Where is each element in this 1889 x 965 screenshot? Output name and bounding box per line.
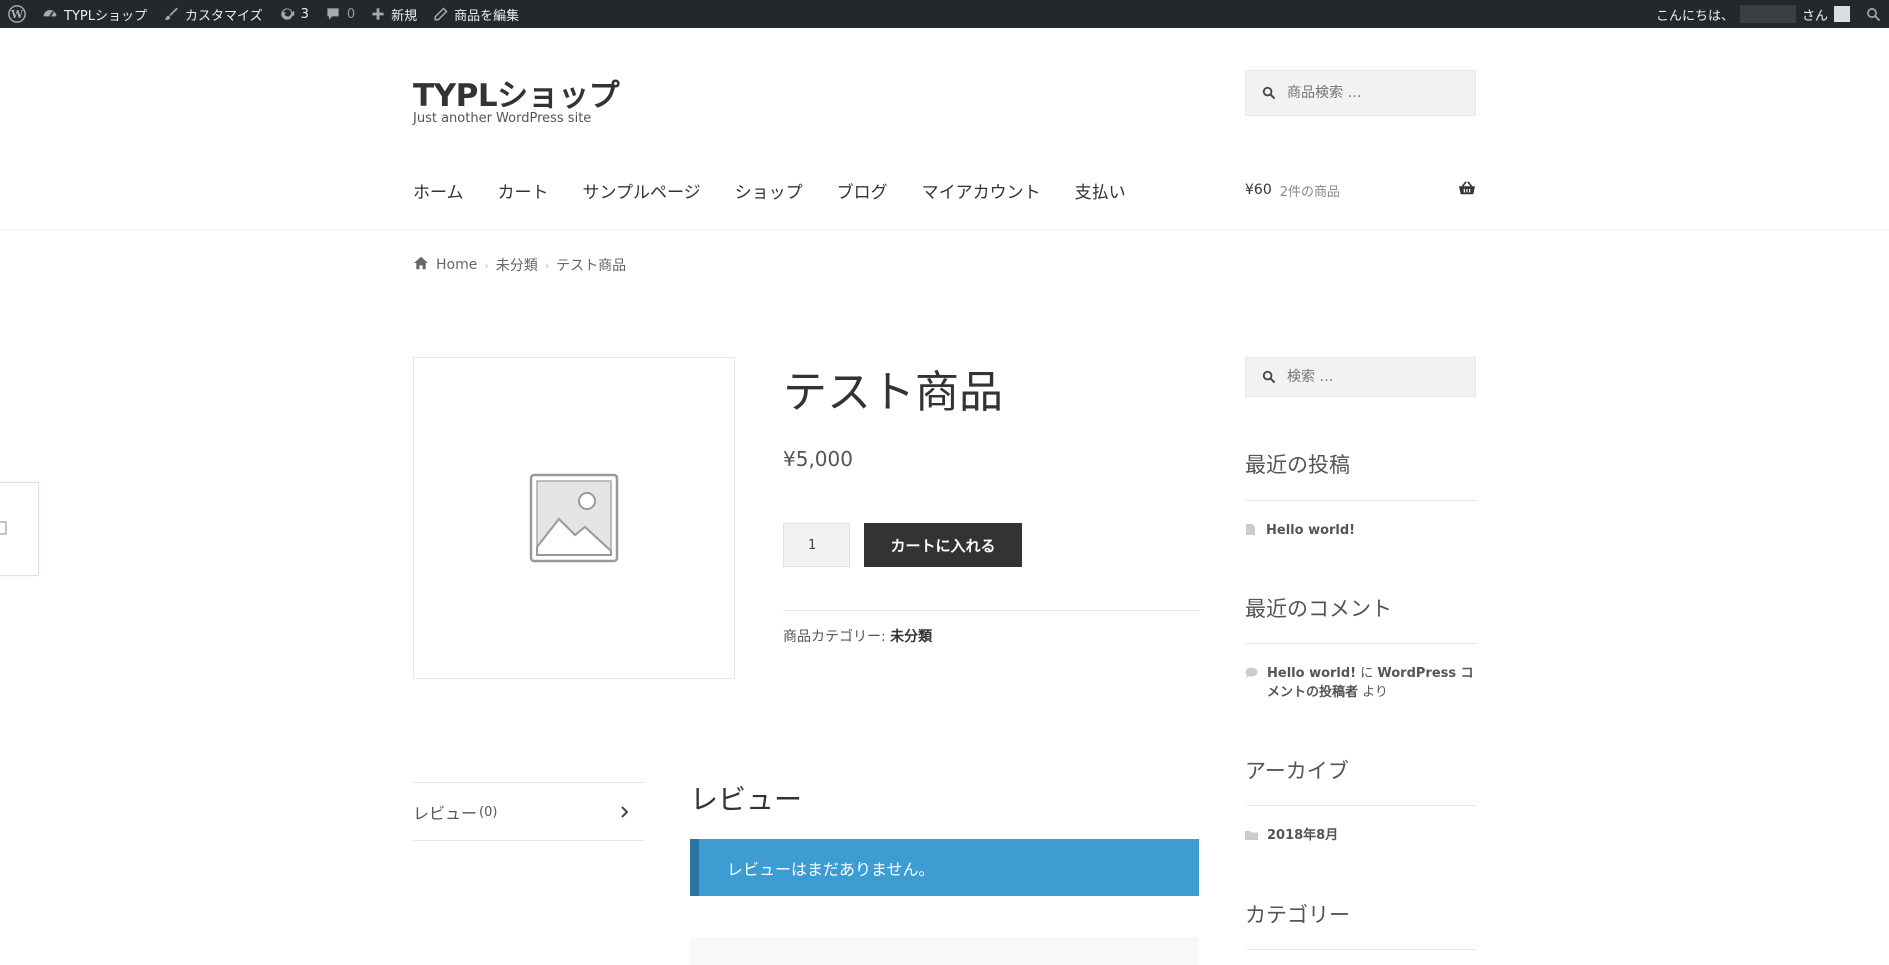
recent-posts-title: 最近の投稿 [1245,453,1350,477]
site-tagline: Just another WordPress site [413,111,592,126]
admin-bar-updates-count: 3 [300,6,309,22]
admin-bar-search-icon[interactable] [1858,0,1889,28]
product-image-placeholder[interactable] [413,357,735,679]
product-search [1245,70,1476,116]
product-search-input[interactable] [1285,84,1459,102]
quantity-input[interactable]: 1 [783,523,850,567]
breadcrumb-current: テスト商品 [556,258,627,274]
admin-bar-comments-count: 0 [346,6,356,22]
comment-connector: に [1356,666,1378,681]
nav-item-home[interactable]: ホーム [413,178,464,203]
widget-divider [1245,500,1476,501]
nav-item-my-account[interactable]: マイアカウント [922,178,1041,203]
reviews-heading: レビュー [690,783,803,816]
breadcrumb-home[interactable]: Home [436,257,477,273]
avatar [1834,6,1850,22]
tab-reviews-count: (0) [479,804,498,820]
archives-title: アーカイブ [1245,759,1349,783]
breadcrumb-category[interactable]: 未分類 [496,255,538,275]
nav-item-cart[interactable]: カート [498,178,549,203]
admin-bar-comments[interactable]: 0 [317,0,363,28]
no-reviews-notice: レビューはまだありません。 [690,839,1199,896]
archive-item: 2018年8月 [1245,826,1476,847]
tab-divider [413,782,645,783]
product-meta-divider [783,610,1199,611]
brush-icon [163,6,179,22]
mini-cart[interactable]: ¥60 2件の商品 [1245,180,1476,200]
svg-text:W: W [10,8,24,21]
plus-icon [371,7,385,21]
review-form-area [690,937,1199,965]
product-category-label: 商品カテゴリー: [783,629,891,645]
breadcrumb-separator-icon: › [484,258,489,272]
admin-bar-updates[interactable]: 3 [271,0,317,28]
sidebar-search-input[interactable] [1285,368,1459,386]
widget-divider [1245,949,1476,950]
dashboard-icon [42,6,58,22]
search-icon [1262,86,1276,100]
breadcrumb-separator-icon: › [544,258,550,272]
header-divider [0,229,1889,230]
admin-bar-greeting-suffix: さん [1801,8,1828,24]
nav-item-shop[interactable]: ショップ [735,178,803,203]
admin-bar: W TYPLショップ カスタマイズ 3 0 新規 商品を編集 こんにちは、 さん [0,0,1889,28]
admin-bar-new-label: 新規 [391,8,418,24]
nav-item-sample-page[interactable]: サンプルページ [583,178,701,203]
redacted-username [1739,5,1796,23]
comment-post-link[interactable]: Hello world! [1267,666,1356,681]
admin-bar-edit-product[interactable]: 商品を編集 [425,0,527,28]
product-category-link[interactable]: 未分類 [890,629,932,645]
admin-bar-site-name: TYPLショップ [64,8,147,24]
recent-comment-text: Hello world! に WordPress コメントの投稿者 より [1267,664,1476,702]
product-title: テスト商品 [783,367,1003,418]
product-price: ¥5,000 [783,447,853,471]
primary-navigation: ホーム カート サンプルページ ショップ ブログ マイアカウント 支払い [413,178,1160,203]
admin-bar-new[interactable]: 新規 [363,0,425,28]
cart-amount: ¥60 [1245,182,1272,198]
recent-comment-item: Hello world! に WordPress コメントの投稿者 より [1245,664,1476,702]
breadcrumb: Home › 未分類 › テスト商品 [413,255,626,275]
comment-bubble-icon [1245,664,1258,702]
home-icon [413,256,429,274]
widget-divider [1245,643,1476,644]
sidebar-search [1245,357,1476,397]
chevron-right-icon [620,803,629,822]
admin-bar-greeting: こんにちは、 [1655,8,1734,24]
comment-suffix: より [1358,685,1388,700]
admin-bar-edit-label: 商品を編集 [454,8,520,24]
pencil-icon [433,6,448,22]
nav-item-checkout[interactable]: 支払い [1075,178,1126,203]
tab-reviews-label: レビュー [413,804,478,823]
wordpress-logo-icon[interactable]: W [0,0,34,28]
cart-count: 2件の商品 [1279,184,1341,200]
add-to-cart-button[interactable]: カートに入れる [864,523,1022,567]
widget-divider [1245,805,1476,806]
categories-title: カテゴリー [1245,903,1350,927]
recent-post-item: Hello world! [1245,521,1476,542]
comment-icon [325,6,341,22]
product-category-meta: 商品カテゴリー: 未分類 [783,626,932,646]
image-icon [0,521,7,535]
recent-post-link[interactable]: Hello world! [1266,521,1355,542]
archive-link[interactable]: 2018年8月 [1267,826,1338,847]
admin-bar-account[interactable]: こんにちは、 さん [1648,0,1858,28]
site-title[interactable]: TYPLショップ [413,70,620,115]
tab-reviews[interactable]: レビュー (0) [413,800,629,824]
admin-bar-customize[interactable]: カスタマイズ [155,0,271,28]
folder-icon [1245,826,1258,847]
admin-bar-customize-label: カスタマイズ [184,8,263,24]
document-icon [1245,521,1257,542]
floating-side-tab[interactable] [0,482,39,576]
nav-item-blog[interactable]: ブログ [837,178,888,203]
recent-comments-title: 最近のコメント [1245,597,1392,621]
placeholder-image-icon [529,473,619,563]
basket-icon [1458,180,1476,200]
admin-bar-site-link[interactable]: TYPLショップ [34,0,155,28]
search-icon [1262,370,1276,384]
updates-icon [279,6,295,22]
tab-divider [413,840,645,841]
